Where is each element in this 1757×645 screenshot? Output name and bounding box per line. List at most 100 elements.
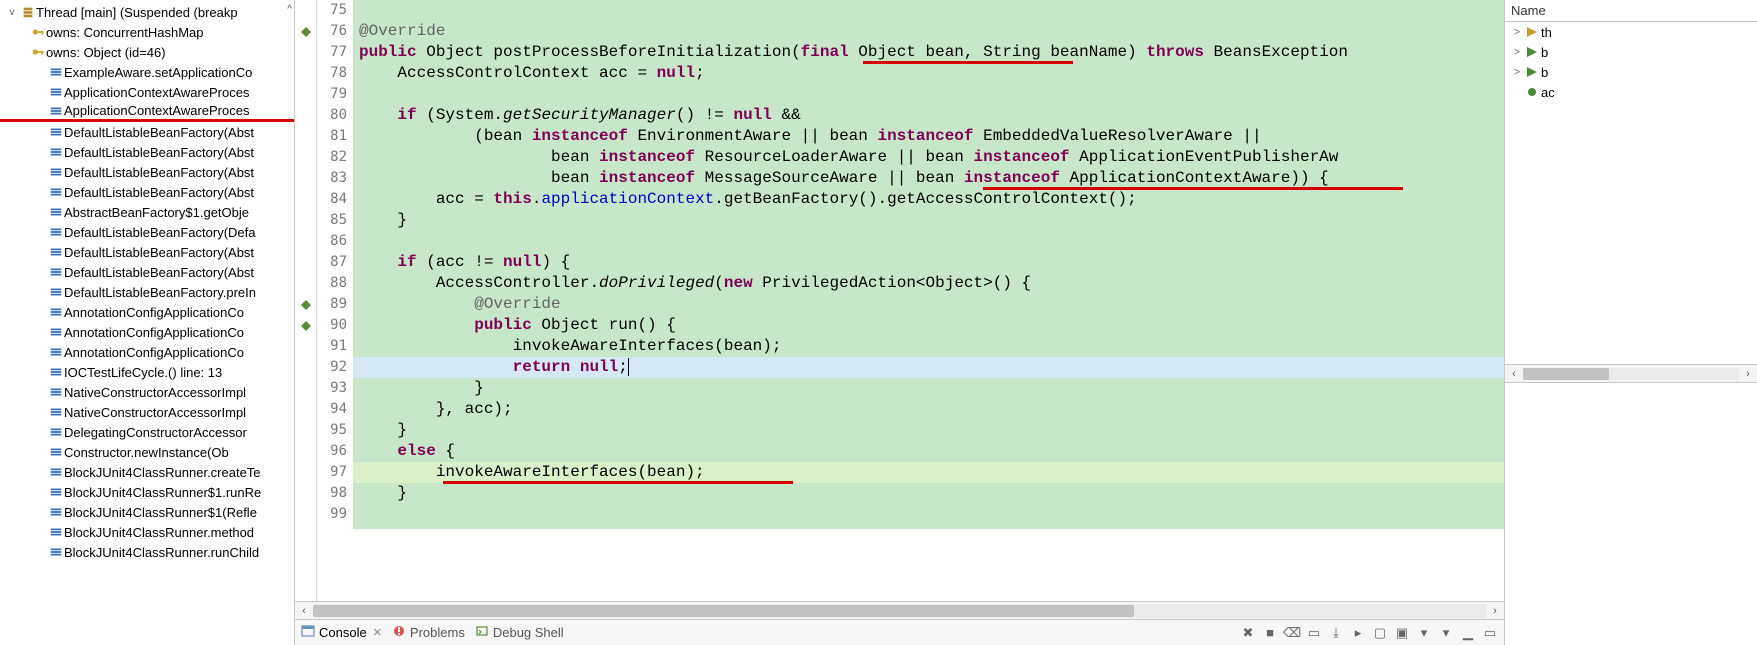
code-line[interactable]: (bean instanceof EnvironmentAware || bea… [353,126,1504,147]
ruler-mark[interactable] [295,462,316,483]
ruler-mark[interactable] [295,0,316,21]
expand-icon[interactable] [1511,87,1523,98]
variables-tree[interactable]: >th>b>b ac [1505,22,1757,102]
gutter-line-number[interactable]: 75 [317,0,347,21]
code-line[interactable]: } [353,210,1504,231]
stack-frame[interactable]: NativeConstructorAccessorImpl [0,382,294,402]
scroll-up-icon[interactable]: ^ [287,4,292,15]
editor-code-area[interactable]: @Overridepublic Object postProcessBefore… [353,0,1504,529]
scroll-thumb[interactable] [313,605,1134,617]
expand-icon[interactable]: > [1511,47,1523,58]
thread-node[interactable]: vThread [main] (Suspended (breakp [0,2,294,22]
variable-row[interactable]: >th [1505,22,1757,42]
stack-frame[interactable]: DefaultListableBeanFactory(Abst [0,242,294,262]
code-line[interactable]: } [353,483,1504,504]
code-line[interactable]: if (acc != null) { [353,252,1504,273]
stack-frame[interactable]: AnnotationConfigApplicationCo [0,322,294,342]
ruler-mark[interactable] [295,378,316,399]
stack-frame[interactable]: DefaultListableBeanFactory(Abst [0,162,294,182]
gutter-line-number[interactable]: 84 [317,189,347,210]
gutter-line-number[interactable]: 99 [317,504,347,525]
scroll-track[interactable] [313,604,1486,618]
ruler-mark[interactable] [295,294,316,315]
ruler-mark[interactable] [295,315,316,336]
ruler-mark[interactable] [295,336,316,357]
ruler-mark[interactable] [295,504,316,525]
remove-all-icon[interactable]: ⌫ [1284,625,1300,641]
ruler-mark[interactable] [295,420,316,441]
gutter-line-number[interactable]: 93 [317,378,347,399]
code-line[interactable] [353,0,1504,21]
minimize-icon[interactable]: ▁ [1460,625,1476,641]
gutter-line-number[interactable]: 85 [317,210,347,231]
code-line[interactable]: } [353,378,1504,399]
variables-hscrollbar[interactable]: ‹ › [1505,364,1757,382]
ruler-mark[interactable] [295,168,316,189]
stack-frame[interactable]: NativeConstructorAccessorImpl [0,402,294,422]
scroll-thumb[interactable] [1523,368,1609,380]
ruler-mark[interactable] [295,399,316,420]
editor-gutter[interactable]: 7576777879808182838485868788899091929394… [317,0,353,601]
stack-frame[interactable]: BlockJUnit4ClassRunner.createTe [0,462,294,482]
code-line[interactable]: } [353,420,1504,441]
stack-frame[interactable]: AnnotationConfigApplicationCo [0,302,294,322]
expand-icon[interactable]: > [1511,67,1523,78]
code-line[interactable]: bean instanceof ResourceLoaderAware || b… [353,147,1504,168]
stack-frame[interactable]: BlockJUnit4ClassRunner.method [0,522,294,542]
scroll-left-icon[interactable]: ‹ [295,605,313,617]
editor-scroll[interactable]: @Overridepublic Object postProcessBefore… [353,0,1504,601]
gutter-line-number[interactable]: 90 [317,315,347,336]
gutter-line-number[interactable]: 79 [317,84,347,105]
gutter-line-number[interactable]: 80 [317,105,347,126]
bottom-tab-debug shell[interactable]: Debug Shell [475,624,564,641]
ruler-mark[interactable] [295,147,316,168]
code-line[interactable]: return null; [353,357,1504,378]
code-line[interactable]: else { [353,441,1504,462]
stack-frame[interactable]: DefaultListableBeanFactory(Abst [0,182,294,202]
stack-frame[interactable]: BlockJUnit4ClassRunner$1.runRe [0,482,294,502]
variable-row[interactable]: ac [1505,82,1757,102]
stack-frame[interactable]: DelegatingConstructorAccessor [0,422,294,442]
gutter-line-number[interactable]: 78 [317,63,347,84]
code-line[interactable]: AccessControlContext acc = null; [353,63,1504,84]
editor-hscrollbar[interactable]: ‹ › [295,601,1504,619]
ruler-mark[interactable] [295,126,316,147]
scroll-left-icon[interactable]: ‹ [1505,368,1523,380]
stack-frame[interactable]: ApplicationContextAwareProces [0,82,294,102]
code-line[interactable]: }, acc); [353,399,1504,420]
variable-row[interactable]: >b [1505,42,1757,62]
scroll-lock-icon[interactable]: ⤓ [1328,625,1344,641]
ruler-mark[interactable] [295,231,316,252]
stack-frame[interactable]: BlockJUnit4ClassRunner.runChild [0,542,294,562]
stack-frame[interactable]: DefaultListableBeanFactory(Defa [0,222,294,242]
code-line[interactable] [353,231,1504,252]
ruler-mark[interactable] [295,21,316,42]
gutter-line-number[interactable]: 81 [317,126,347,147]
ruler-mark[interactable] [295,357,316,378]
gutter-line-number[interactable]: 92 [317,357,347,378]
gutter-line-number[interactable]: 97 [317,462,347,483]
gutter-line-number[interactable]: 86 [317,231,347,252]
code-line[interactable]: invokeAwareInterfaces(bean); [353,462,1504,483]
gutter-line-number[interactable]: 94 [317,399,347,420]
ruler-mark[interactable] [295,63,316,84]
gutter-line-number[interactable]: 82 [317,147,347,168]
debug-stack-tree[interactable]: vThread [main] (Suspended (breakpowns: C… [0,0,294,645]
owns-node[interactable]: owns: ConcurrentHashMap [0,22,294,42]
code-line[interactable]: AccessController.doPrivileged(new Privil… [353,273,1504,294]
gutter-line-number[interactable]: 77 [317,42,347,63]
gutter-line-number[interactable]: 91 [317,336,347,357]
stack-frame[interactable]: ApplicationContextAwareProces [0,102,294,122]
stack-frame[interactable]: DefaultListableBeanFactory(Abst [0,142,294,162]
gutter-line-number[interactable]: 89 [317,294,347,315]
gutter-line-number[interactable]: 76 [317,21,347,42]
ruler-mark[interactable] [295,84,316,105]
stack-frame[interactable]: AbstractBeanFactory$1.getObje [0,202,294,222]
gutter-line-number[interactable]: 98 [317,483,347,504]
stack-frame[interactable]: DefaultListableBeanFactory(Abst [0,122,294,142]
code-line[interactable]: @Override [353,21,1504,42]
stack-frame[interactable]: BlockJUnit4ClassRunner$1(Refle [0,502,294,522]
show-when-output-icon[interactable]: ▢ [1372,625,1388,641]
variables-header-name[interactable]: Name [1505,0,1757,22]
remove-terminated-icon[interactable]: ✖ [1240,625,1256,641]
